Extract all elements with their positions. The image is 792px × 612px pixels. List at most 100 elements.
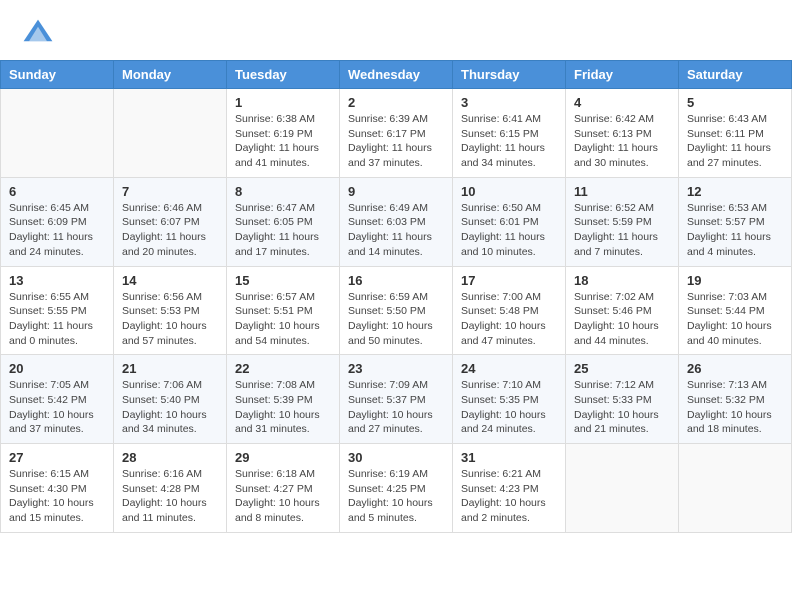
calendar-cell: 7 Sunrise: 6:46 AMSunset: 6:07 PMDaylight…: [114, 177, 227, 266]
day-info: Sunrise: 7:02 AMSunset: 5:46 PMDaylight:…: [574, 290, 670, 349]
day-number: 23: [348, 361, 444, 376]
calendar-cell: 5Sunrise: 6:43 AMSunset: 6:11 PMDaylight…: [679, 89, 792, 178]
calendar-week-row: 6 Sunrise: 6:45 AMSunset: 6:09 PMDaylight…: [1, 177, 792, 266]
calendar-cell: 6 Sunrise: 6:45 AMSunset: 6:09 PMDaylight…: [1, 177, 114, 266]
calendar-week-row: 20 Sunrise: 7:05 AMSunset: 5:42 PMDayligh…: [1, 355, 792, 444]
day-info: Sunrise: 6:19 AMSunset: 4:25 PMDaylight:…: [348, 467, 444, 526]
day-number: 27: [9, 450, 105, 465]
day-number: 15: [235, 273, 331, 288]
calendar-header-row: SundayMondayTuesdayWednesdayThursdayFrid…: [1, 61, 792, 89]
calendar-week-row: 1 Sunrise: 6:38 AMSunset: 6:19 PMDaylight…: [1, 89, 792, 178]
day-info: Sunrise: 6:56 AMSunset: 5:53 PMDaylight:…: [122, 290, 218, 349]
day-number: 11: [574, 184, 670, 199]
calendar-week-row: 13Sunrise: 6:55 AMSunset: 5:55 PMDayligh…: [1, 266, 792, 355]
day-number: 16: [348, 273, 444, 288]
day-number: 18: [574, 273, 670, 288]
day-header-sunday: Sunday: [1, 61, 114, 89]
calendar-cell: 25 Sunrise: 7:12 AMSunset: 5:33 PMDayligh…: [566, 355, 679, 444]
calendar-cell: 3 Sunrise: 6:41 AMSunset: 6:15 PMDaylight…: [453, 89, 566, 178]
day-number: 22: [235, 361, 331, 376]
calendar-cell: [566, 444, 679, 533]
day-number: 12: [687, 184, 783, 199]
logo-icon: [20, 16, 56, 52]
day-header-monday: Monday: [114, 61, 227, 89]
day-info: Sunrise: 6:57 AMSunset: 5:51 PMDaylight:…: [235, 290, 331, 349]
day-info: Sunrise: 6:53 AMSunset: 5:57 PMDaylight:…: [687, 201, 783, 260]
calendar-cell: 10 Sunrise: 6:50 AMSunset: 6:01 PMDayligh…: [453, 177, 566, 266]
calendar-cell: 29 Sunrise: 6:18 AMSunset: 4:27 PMDayligh…: [227, 444, 340, 533]
day-number: 1: [235, 95, 331, 110]
day-number: 28: [122, 450, 218, 465]
day-info: Sunrise: 6:18 AMSunset: 4:27 PMDaylight:…: [235, 467, 331, 526]
day-info: Sunrise: 6:47 AMSunset: 6:05 PMDaylight:…: [235, 201, 331, 260]
calendar-cell: 13Sunrise: 6:55 AMSunset: 5:55 PMDayligh…: [1, 266, 114, 355]
day-number: 24: [461, 361, 557, 376]
calendar-cell: 9 Sunrise: 6:49 AMSunset: 6:03 PMDaylight…: [340, 177, 453, 266]
day-info: Sunrise: 6:55 AMSunset: 5:55 PMDaylight:…: [9, 290, 105, 349]
day-number: 26: [687, 361, 783, 376]
day-info: Sunrise: 6:39 AMSunset: 6:17 PMDaylight:…: [348, 112, 444, 171]
calendar-cell: 31 Sunrise: 6:21 AMSunset: 4:23 PMDayligh…: [453, 444, 566, 533]
day-header-tuesday: Tuesday: [227, 61, 340, 89]
day-header-wednesday: Wednesday: [340, 61, 453, 89]
calendar-cell: [114, 89, 227, 178]
day-number: 6: [9, 184, 105, 199]
calendar-cell: 11 Sunrise: 6:52 AMSunset: 5:59 PMDayligh…: [566, 177, 679, 266]
day-info: Sunrise: 6:50 AMSunset: 6:01 PMDaylight:…: [461, 201, 557, 260]
day-info: Sunrise: 7:08 AMSunset: 5:39 PMDaylight:…: [235, 378, 331, 437]
calendar-cell: 8 Sunrise: 6:47 AMSunset: 6:05 PMDaylight…: [227, 177, 340, 266]
calendar-cell: [1, 89, 114, 178]
calendar-cell: 24 Sunrise: 7:10 AMSunset: 5:35 PMDayligh…: [453, 355, 566, 444]
calendar-cell: 4Sunrise: 6:42 AMSunset: 6:13 PMDaylight…: [566, 89, 679, 178]
calendar-cell: 12 Sunrise: 6:53 AMSunset: 5:57 PMDayligh…: [679, 177, 792, 266]
calendar-cell: 14 Sunrise: 6:56 AMSunset: 5:53 PMDayligh…: [114, 266, 227, 355]
day-number: 2: [348, 95, 444, 110]
day-info: Sunrise: 6:15 AMSunset: 4:30 PMDaylight:…: [9, 467, 105, 526]
page-header: [0, 0, 792, 60]
calendar-table: SundayMondayTuesdayWednesdayThursdayFrid…: [0, 60, 792, 533]
day-number: 31: [461, 450, 557, 465]
calendar-cell: 21 Sunrise: 7:06 AMSunset: 5:40 PMDayligh…: [114, 355, 227, 444]
day-info: Sunrise: 7:10 AMSunset: 5:35 PMDaylight:…: [461, 378, 557, 437]
day-info: Sunrise: 6:21 AMSunset: 4:23 PMDaylight:…: [461, 467, 557, 526]
day-info: Sunrise: 6:59 AMSunset: 5:50 PMDaylight:…: [348, 290, 444, 349]
day-number: 7: [122, 184, 218, 199]
day-info: Sunrise: 6:41 AMSunset: 6:15 PMDaylight:…: [461, 112, 557, 171]
calendar-week-row: 27 Sunrise: 6:15 AMSunset: 4:30 PMDayligh…: [1, 444, 792, 533]
calendar-cell: 30 Sunrise: 6:19 AMSunset: 4:25 PMDayligh…: [340, 444, 453, 533]
calendar-cell: 28 Sunrise: 6:16 AMSunset: 4:28 PMDayligh…: [114, 444, 227, 533]
calendar-cell: 1 Sunrise: 6:38 AMSunset: 6:19 PMDaylight…: [227, 89, 340, 178]
day-number: 30: [348, 450, 444, 465]
day-number: 10: [461, 184, 557, 199]
day-number: 19: [687, 273, 783, 288]
day-number: 25: [574, 361, 670, 376]
day-info: Sunrise: 7:06 AMSunset: 5:40 PMDaylight:…: [122, 378, 218, 437]
day-info: Sunrise: 6:38 AMSunset: 6:19 PMDaylight:…: [235, 112, 331, 171]
day-number: 3: [461, 95, 557, 110]
day-header-friday: Friday: [566, 61, 679, 89]
calendar-cell: 16 Sunrise: 6:59 AMSunset: 5:50 PMDayligh…: [340, 266, 453, 355]
logo: [20, 16, 60, 52]
day-info: Sunrise: 6:16 AMSunset: 4:28 PMDaylight:…: [122, 467, 218, 526]
day-info: Sunrise: 6:45 AMSunset: 6:09 PMDaylight:…: [9, 201, 105, 260]
day-info: Sunrise: 6:49 AMSunset: 6:03 PMDaylight:…: [348, 201, 444, 260]
day-header-saturday: Saturday: [679, 61, 792, 89]
day-number: 29: [235, 450, 331, 465]
day-info: Sunrise: 7:12 AMSunset: 5:33 PMDaylight:…: [574, 378, 670, 437]
day-number: 9: [348, 184, 444, 199]
day-number: 8: [235, 184, 331, 199]
day-number: 20: [9, 361, 105, 376]
day-info: Sunrise: 7:05 AMSunset: 5:42 PMDaylight:…: [9, 378, 105, 437]
calendar-cell: 27 Sunrise: 6:15 AMSunset: 4:30 PMDayligh…: [1, 444, 114, 533]
day-info: Sunrise: 7:09 AMSunset: 5:37 PMDaylight:…: [348, 378, 444, 437]
day-header-thursday: Thursday: [453, 61, 566, 89]
day-info: Sunrise: 7:03 AMSunset: 5:44 PMDaylight:…: [687, 290, 783, 349]
day-number: 14: [122, 273, 218, 288]
day-number: 21: [122, 361, 218, 376]
calendar-cell: 2 Sunrise: 6:39 AMSunset: 6:17 PMDaylight…: [340, 89, 453, 178]
day-info: Sunrise: 7:13 AMSunset: 5:32 PMDaylight:…: [687, 378, 783, 437]
day-info: Sunrise: 6:52 AMSunset: 5:59 PMDaylight:…: [574, 201, 670, 260]
day-info: Sunrise: 6:46 AMSunset: 6:07 PMDaylight:…: [122, 201, 218, 260]
calendar-cell: 17Sunrise: 7:00 AMSunset: 5:48 PMDayligh…: [453, 266, 566, 355]
calendar-cell: 18 Sunrise: 7:02 AMSunset: 5:46 PMDayligh…: [566, 266, 679, 355]
